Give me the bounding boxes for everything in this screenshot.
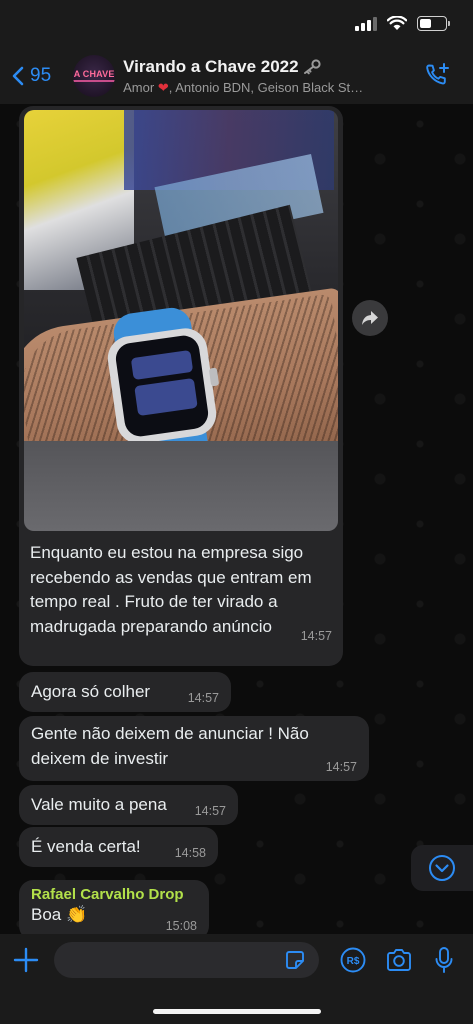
microphone-button[interactable] (434, 946, 454, 979)
avatar-text: A CHAVE (73, 69, 115, 79)
payment-icon: R$ (340, 947, 366, 973)
phone-plus-icon (426, 63, 449, 85)
chevron-left-icon (12, 66, 24, 86)
message-text: Vale muito a pena (31, 795, 167, 814)
microphone-icon (435, 947, 453, 973)
chat-header: 95 A CHAVE Virando a Chave 2022 Amor ❤, … (0, 48, 473, 104)
avatar-stripe (73, 80, 116, 82)
wifi-icon (387, 16, 407, 30)
attach-button[interactable] (13, 947, 39, 978)
image-message[interactable]: Enquanto eu estou na empresa sigo recebe… (19, 106, 343, 666)
signal-icon (355, 16, 377, 31)
members-first: Amor (123, 79, 155, 95)
forward-arrow-icon (362, 311, 378, 325)
unread-count: 95 (30, 65, 52, 86)
plus-icon (13, 947, 39, 973)
photo-smartwatch[interactable] (24, 110, 338, 531)
message-bubble[interactable]: É venda certa! 14:58 (19, 827, 218, 867)
message-time: 14:57 (300, 629, 332, 643)
chevron-down-icon (429, 855, 455, 881)
battery-icon (417, 16, 450, 31)
group-members: Amor ❤, Antonio BDN, Geison Black St… (123, 80, 393, 96)
scroll-to-bottom-button[interactable] (411, 845, 473, 891)
message-text: Enquanto eu estou na empresa sigo recebe… (30, 543, 312, 636)
back-button[interactable]: 95 (12, 65, 51, 87)
status-icons (355, 16, 450, 31)
status-bar (0, 0, 473, 48)
sticker-button[interactable] (284, 949, 306, 976)
message-bubble[interactable]: Rafael Carvalho Drop Boa 👏 15:08 (19, 880, 209, 934)
message-text: É venda certa! (31, 837, 141, 856)
svg-text:R$: R$ (347, 956, 360, 967)
message-text: Gente não deixem de anunciar ! Não deixe… (31, 724, 309, 768)
members-rest: , Antonio BDN, Geison Black St… (168, 79, 364, 95)
group-info[interactable]: Virando a Chave 2022 Amor ❤, Antonio BDN… (123, 57, 393, 96)
message-time: 14:57 (194, 804, 226, 818)
home-indicator (153, 1009, 321, 1014)
key-icon (303, 58, 321, 74)
group-title-text: Virando a Chave 2022 (123, 56, 299, 76)
image-caption: Enquanto eu estou na empresa sigo recebe… (24, 531, 338, 643)
message-input[interactable] (54, 942, 319, 978)
message-bubble[interactable]: Vale muito a pena 14:57 (19, 785, 238, 825)
message-time: 15:08 (165, 919, 197, 933)
group-title: Virando a Chave 2022 (123, 57, 393, 77)
payment-button[interactable]: R$ (340, 947, 366, 978)
message-bubble[interactable]: Agora só colher 14:57 (19, 672, 231, 712)
sender-name[interactable]: Rafael Carvalho Drop (31, 886, 197, 903)
message-time: 14:57 (325, 760, 357, 774)
chat-area[interactable]: Enquanto eu estou na empresa sigo recebe… (0, 104, 473, 934)
message-time: 14:58 (174, 846, 206, 860)
input-bar: R$ (0, 934, 473, 1024)
message-bubble[interactable]: Gente não deixem de anunciar ! Não deixe… (19, 716, 369, 781)
camera-button[interactable] (385, 948, 413, 977)
group-avatar[interactable]: A CHAVE (73, 55, 116, 97)
camera-icon (387, 949, 411, 971)
heart-icon: ❤ (157, 79, 169, 95)
forward-button[interactable] (352, 300, 388, 336)
sticker-icon (286, 951, 304, 969)
add-call-button[interactable] (425, 62, 451, 93)
message-text: Agora só colher (31, 682, 151, 701)
message-time: 14:57 (187, 691, 219, 705)
